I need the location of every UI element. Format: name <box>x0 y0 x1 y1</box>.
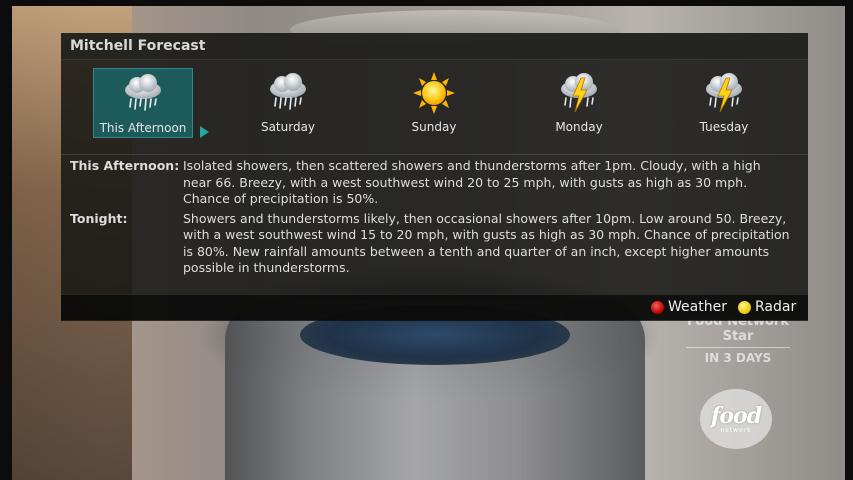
day-label: This Afternoon <box>99 121 187 135</box>
frame-border <box>0 0 12 480</box>
rain-cloud-icon <box>238 72 338 116</box>
period-label: This Afternoon: <box>70 158 180 173</box>
network-promo: Food Network Star IN 3 DAYS <box>678 314 798 365</box>
thunderstorm-icon <box>529 72 629 116</box>
period-forecast-text: Showers and thunderstorms likely, then o… <box>183 210 790 276</box>
network-logo-subtext: network <box>720 426 752 434</box>
day-label: Monday <box>555 120 603 134</box>
day-selector: This Afternoon Saturday Sunday Monday Tu… <box>61 60 808 154</box>
day-label: Sunday <box>411 120 457 134</box>
network-logo-text: food <box>710 402 762 429</box>
day-tuesday[interactable]: Tuesday <box>674 68 774 138</box>
radar-button[interactable]: Radar <box>738 299 796 315</box>
panel-footer: Weather Radar <box>61 294 808 321</box>
network-logo: food network <box>700 389 772 449</box>
period-label: Tonight: <box>70 210 128 226</box>
day-label: Saturday <box>260 120 316 134</box>
selection-arrow-icon <box>200 126 209 138</box>
sun-icon <box>384 72 484 116</box>
weather-button[interactable]: Weather <box>651 299 727 315</box>
day-label: Tuesday <box>699 120 749 134</box>
forecast-details: This Afternoon: Isolated showers, then s… <box>70 158 800 277</box>
day-this-afternoon[interactable]: This Afternoon <box>93 68 193 138</box>
day-sunday[interactable]: Sunday <box>384 68 484 138</box>
day-monday[interactable]: Monday <box>529 68 629 138</box>
day-saturday[interactable]: Saturday <box>238 68 338 138</box>
promo-divider <box>686 347 790 348</box>
weather-button-label: Weather <box>668 299 727 315</box>
yellow-button-icon <box>738 300 751 314</box>
thunderstorm-icon <box>674 72 774 116</box>
weather-forecast-panel: Mitchell Forecast This Afternoon Saturda… <box>61 33 808 321</box>
forecast-period: This Afternoon: Isolated showers, then s… <box>70 158 800 208</box>
period-forecast-text: Isolated showers, then scattered showers… <box>183 158 761 206</box>
panel-title: Mitchell Forecast <box>70 38 206 54</box>
divider <box>61 154 808 155</box>
frame-border <box>0 0 853 6</box>
forecast-period: Tonight: Showers and thunderstorms likel… <box>70 211 800 277</box>
rain-cloud-icon <box>94 73 192 117</box>
red-button-icon <box>651 300 664 314</box>
panel-header: Mitchell Forecast <box>61 33 808 60</box>
radar-button-label: Radar <box>755 299 797 315</box>
promo-airtime: IN 3 DAYS <box>704 351 772 365</box>
frame-border <box>845 0 853 480</box>
